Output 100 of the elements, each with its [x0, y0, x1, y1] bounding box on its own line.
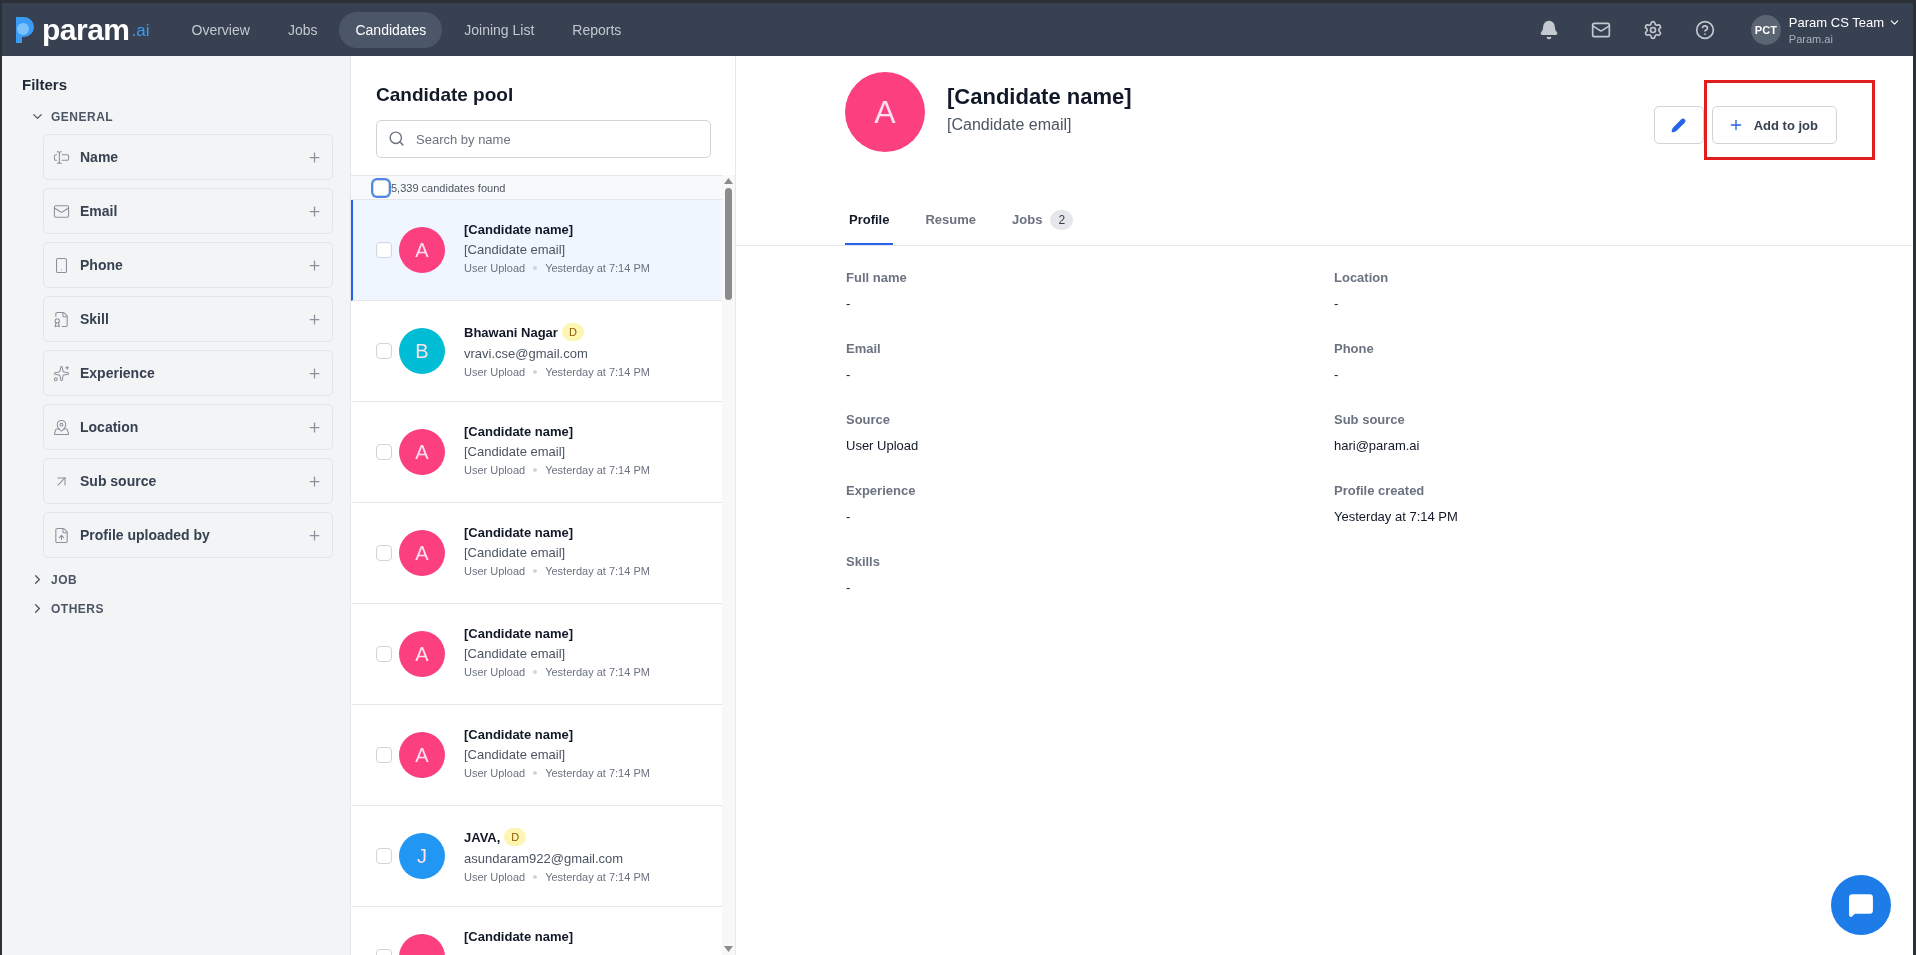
- jobs-count: 2: [1050, 209, 1074, 230]
- plus-icon: [307, 311, 322, 327]
- candidate-email: [Candidate email]: [464, 545, 567, 560]
- candidate-name: [Candidate name]: [464, 525, 574, 540]
- row-checkbox[interactable]: [376, 747, 392, 763]
- candidate-source: User Upload: [464, 565, 526, 577]
- nav-tab[interactable]: Candidates: [339, 11, 443, 48]
- map-pin-icon: [53, 418, 70, 436]
- filter-item[interactable]: Phone: [43, 242, 333, 288]
- profile-tab[interactable]: Resume: [921, 196, 981, 245]
- user-menu[interactable]: Param CS Team Param.ai: [1788, 14, 1901, 45]
- logo-suffix: .ai: [131, 20, 150, 41]
- bell-icon[interactable]: [1538, 19, 1559, 40]
- scroll-down-arrow-icon[interactable]: [724, 946, 733, 952]
- filter-group-toggle[interactable]: JOB: [22, 572, 86, 587]
- field-label: Full name: [846, 270, 908, 285]
- nav-tab[interactable]: Joining List: [448, 11, 551, 48]
- stars-icon: [53, 364, 70, 382]
- field-label: Skills: [846, 554, 881, 569]
- row-checkbox[interactable]: [376, 242, 392, 258]
- candidate-avatar: J: [399, 833, 445, 879]
- filter-item[interactable]: Sub source: [43, 458, 333, 504]
- candidate-email: [Candidate email]: [464, 444, 567, 459]
- plus-icon: [307, 257, 322, 273]
- candidate-time: Yesterday at 7:14 PM: [545, 464, 650, 476]
- edit-button[interactable]: [1653, 106, 1704, 144]
- field-value: hari@param.ai: [1334, 438, 1421, 453]
- nav-tab[interactable]: Overview: [175, 11, 266, 48]
- nav-tab[interactable]: Jobs: [271, 11, 334, 48]
- candidate-time: Yesterday at 7:14 PM: [545, 565, 650, 577]
- plus-icon: [307, 365, 322, 381]
- profile-name: [Candidate name]: [947, 84, 1132, 110]
- add-to-job-button[interactable]: Add to job: [1711, 106, 1837, 144]
- candidate-avatar: A: [399, 732, 445, 778]
- candidate-name: JAVA,: [464, 829, 501, 845]
- logo-text: param: [42, 12, 130, 47]
- filter-item[interactable]: Experience: [43, 350, 333, 396]
- candidate-time: Yesterday at 7:14 PM: [545, 262, 650, 274]
- profile-email: [Candidate email]: [947, 116, 1073, 134]
- user-avatar[interactable]: PCT: [1750, 14, 1781, 45]
- candidate-tag: D: [561, 323, 584, 341]
- field-label: Profile created: [1334, 483, 1426, 498]
- profile-avatar: A: [845, 72, 925, 152]
- candidate-name: [Candidate name]: [464, 727, 574, 742]
- profile-tab[interactable]: Jobs 2: [1008, 196, 1078, 245]
- candidate-email: vravi.cse@gmail.com: [464, 346, 589, 361]
- row-checkbox[interactable]: [376, 545, 392, 561]
- help-icon[interactable]: [1694, 19, 1715, 40]
- field-value: User Upload: [846, 438, 920, 453]
- envelope-icon: [53, 202, 70, 220]
- filter-item[interactable]: Name: [43, 134, 333, 180]
- nav-tab[interactable]: Reports: [556, 11, 638, 48]
- candidate-avatar: A: [399, 227, 445, 273]
- plus-icon: [307, 473, 322, 489]
- filters-title: Filters: [22, 76, 68, 93]
- chat-button[interactable]: [1831, 875, 1891, 935]
- candidate-name: [Candidate name]: [464, 929, 574, 944]
- plus-icon: [307, 419, 322, 435]
- row-checkbox[interactable]: [376, 848, 392, 864]
- candidate-email: [Candidate email]: [464, 646, 567, 661]
- candidate-row[interactable]: A [Candidate name] [Candidate email] User Upload Yesterday at 7:14 PM: [351, 200, 722, 301]
- chat-icon: [1848, 892, 1874, 918]
- field-label: Source: [846, 412, 892, 427]
- candidate-source: User Upload: [464, 871, 526, 883]
- candidate-source: User Upload: [464, 464, 526, 476]
- candidate-name: Bhawani Nagar: [464, 324, 558, 340]
- scrollbar[interactable]: [722, 175, 735, 955]
- select-all-checkbox[interactable]: [373, 179, 389, 196]
- candidate-source: User Upload: [464, 767, 526, 779]
- filter-item[interactable]: Skill: [43, 296, 333, 342]
- scroll-up-arrow-icon[interactable]: [724, 178, 733, 184]
- candidate-email: asundaram922@gmail.com: [464, 851, 625, 866]
- candidate-name: [Candidate name]: [464, 626, 574, 641]
- row-checkbox[interactable]: [376, 646, 392, 662]
- candidate-avatar: A: [399, 631, 445, 677]
- scrollbar-thumb[interactable]: [725, 188, 732, 300]
- pencil-icon: [1671, 117, 1687, 133]
- candidate-source: User Upload: [464, 366, 526, 378]
- field-value: -: [1334, 296, 1340, 311]
- candidate-avatar: A: [399, 429, 445, 475]
- filter-item[interactable]: Email: [43, 188, 333, 234]
- filter-item[interactable]: Location: [43, 404, 333, 450]
- search-field[interactable]: Search by name: [376, 120, 711, 158]
- filter-group-toggle[interactable]: GENERAL: [22, 109, 122, 124]
- filter-group-toggle[interactable]: OTHERS: [22, 601, 112, 616]
- candidate-email: [Candidate email]: [464, 242, 567, 257]
- candidate-avatar: A: [399, 530, 445, 576]
- settings-icon[interactable]: [1642, 19, 1663, 40]
- field-value: -: [846, 367, 852, 382]
- field-label: Phone: [1334, 341, 1375, 356]
- candidate-name: [Candidate name]: [464, 424, 574, 439]
- candidate-name: [Candidate name]: [464, 222, 574, 237]
- candidate-time: Yesterday at 7:14 PM: [545, 871, 650, 883]
- plus-icon: [307, 149, 322, 165]
- profile-tab[interactable]: Profile: [845, 196, 894, 245]
- row-checkbox[interactable]: [376, 444, 392, 460]
- candidate-email: [Candidate email]: [464, 747, 567, 762]
- filter-item[interactable]: Profile uploaded by: [43, 512, 333, 558]
- search-icon: [388, 130, 405, 147]
- row-checkbox[interactable]: [376, 343, 392, 359]
